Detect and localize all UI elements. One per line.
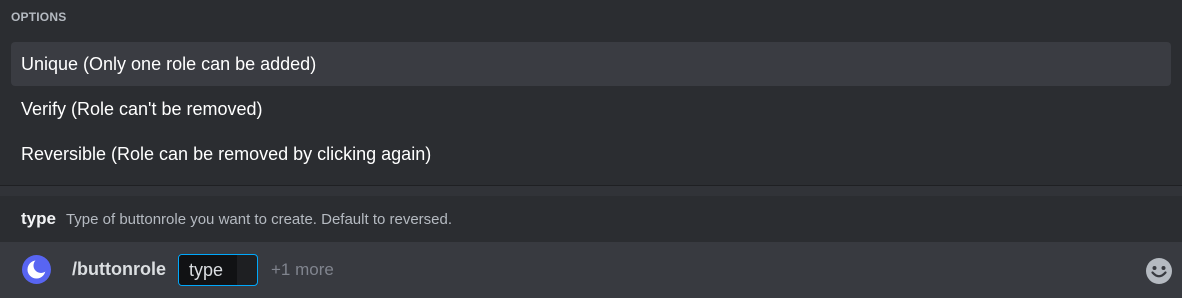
option-label: Unique (Only one role can be added) [21, 53, 317, 74]
command-name: /buttonrole [72, 259, 166, 279]
option-label: Verify (Role can't be removed) [21, 98, 263, 119]
option-pill-label: type [179, 255, 237, 285]
more-options-text[interactable]: +1 more [271, 260, 334, 280]
command-option-type-pill[interactable]: type [178, 254, 258, 286]
smiley-emoji-icon[interactable] [1145, 257, 1173, 285]
parameter-description: Type of buttonrole you want to create. D… [65, 210, 453, 228]
slash-command-autocomplete: OPTIONS Unique (Only one role can be add… [0, 0, 1182, 298]
parameter-name: type [21, 209, 56, 228]
option-label: Reversible (Role can be removed by click… [21, 143, 432, 164]
option-unique[interactable]: Unique (Only one role can be added) [11, 42, 1171, 86]
options-header: OPTIONS [11, 10, 67, 24]
moon-bot-avatar-icon [22, 255, 51, 284]
option-reversible[interactable]: Reversible (Role can be removed by click… [11, 132, 1171, 176]
parameter-hint: type Type of buttonrole you want to crea… [0, 196, 1182, 242]
chat-input-bar[interactable]: /buttonrole type +1 more [0, 242, 1182, 298]
options-panel: OPTIONS Unique (Only one role can be add… [0, 0, 1182, 186]
option-verify[interactable]: Verify (Role can't be removed) [11, 87, 1171, 131]
